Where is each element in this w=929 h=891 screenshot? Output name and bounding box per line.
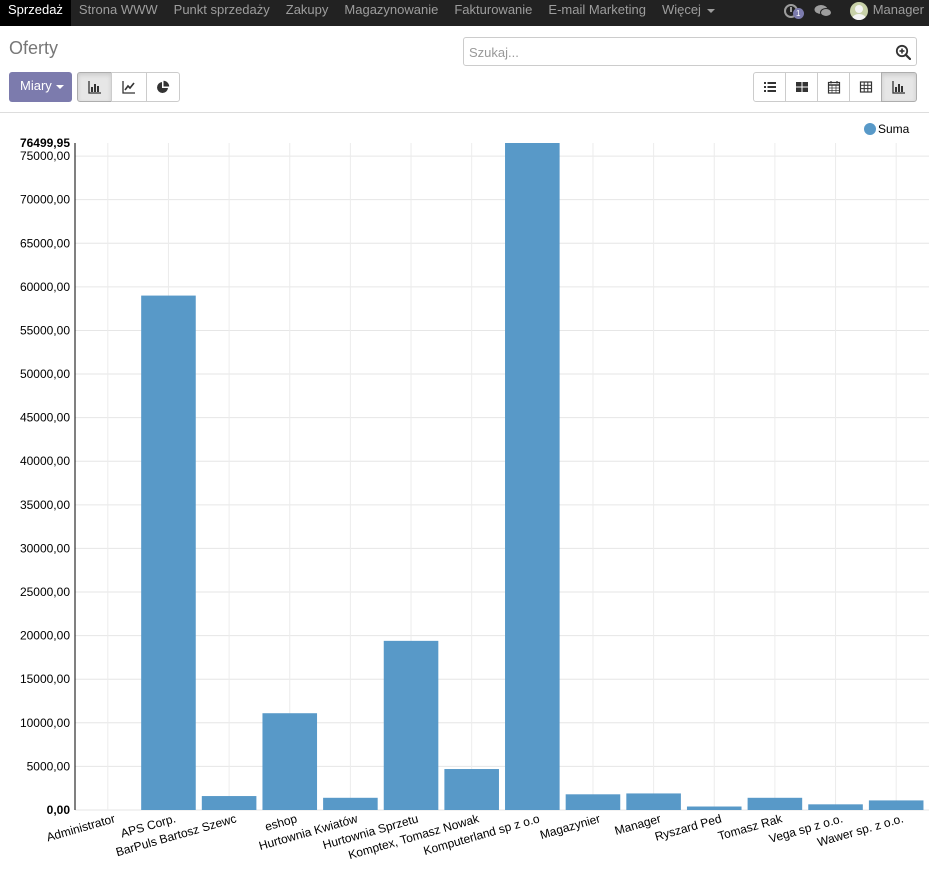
bar-7 bbox=[505, 143, 560, 810]
x-tick-label: Hurtownia Sprzetu bbox=[321, 811, 420, 852]
search-input[interactable] bbox=[469, 43, 879, 61]
user-menu-name[interactable]: Manager bbox=[873, 0, 924, 20]
x-tick-label: Komputerland sp z o.o bbox=[422, 811, 542, 858]
nav-more-label: Więcej bbox=[661, 2, 701, 17]
nav-item-4[interactable]: Magazynowanie bbox=[336, 0, 446, 26]
y-tick-label: 55000,00 bbox=[20, 323, 70, 337]
pivot-view-icon bbox=[859, 81, 872, 93]
x-tick-label: eshop bbox=[263, 811, 299, 834]
legend-dot-icon bbox=[864, 123, 876, 135]
list-view-icon bbox=[763, 82, 776, 92]
chat-bubbles-icon[interactable] bbox=[814, 4, 832, 18]
chart-type-switcher bbox=[77, 72, 180, 102]
pie-chart-button[interactable] bbox=[146, 72, 180, 102]
x-tick-label: Wawer sp. z o.o. bbox=[816, 811, 905, 849]
nav-item-3[interactable]: Zakupy bbox=[278, 0, 337, 26]
nav-item-6[interactable]: E-mail Marketing bbox=[540, 0, 654, 26]
app-menu: Sprzedaż Strona WWW Punkt sprzedaży Zakupy M… bbox=[0, 0, 723, 26]
y-tick-label: 65000,00 bbox=[20, 236, 70, 250]
y-tick-label: 50000,00 bbox=[20, 367, 70, 381]
bar-10 bbox=[686, 806, 742, 810]
y-tick-label: 15000,00 bbox=[20, 672, 70, 686]
bar-4 bbox=[323, 797, 378, 810]
x-tick-label: Ryszard Ped bbox=[653, 811, 723, 843]
y-tick-label: 40000,00 bbox=[20, 454, 70, 468]
bar-6 bbox=[444, 769, 499, 810]
bar-chart: 0,00 5000,00 10000,00 15000,00 20000,00 25000… bbox=[20, 136, 929, 862]
kanban-view-button[interactable] bbox=[785, 72, 818, 102]
x-tick-label: Vega sp z o.o. bbox=[767, 811, 844, 845]
x-tick-label: Administrator bbox=[45, 811, 117, 844]
activity-clock-icon[interactable]: 1 bbox=[783, 4, 804, 19]
y-tick-label: 10000,00 bbox=[20, 716, 70, 730]
calendar-view-button[interactable] bbox=[817, 72, 850, 102]
view-switcher bbox=[753, 72, 917, 102]
control-panel-divider bbox=[0, 112, 929, 113]
y-tick-label: 45000,00 bbox=[20, 411, 70, 425]
nav-item-0[interactable]: Sprzedaż bbox=[0, 0, 71, 26]
x-tick-label: BarPuls Bartosz Szewc bbox=[114, 811, 238, 859]
y-tick-label: 75000,00 bbox=[20, 149, 70, 163]
measures-label: Miary bbox=[20, 78, 52, 93]
bar-chart-icon bbox=[87, 81, 101, 94]
measures-dropdown-button[interactable]: Miary bbox=[9, 72, 72, 102]
pie-chart-icon bbox=[157, 80, 170, 93]
search-plus-icon[interactable] bbox=[895, 44, 911, 60]
y-tick-label: 0,00 bbox=[47, 803, 71, 817]
bar-5 bbox=[383, 640, 439, 810]
legend-label: Suma bbox=[878, 122, 910, 136]
nav-more-dropdown[interactable]: Więcej bbox=[654, 0, 723, 26]
chevron-down-icon bbox=[55, 84, 64, 89]
x-tick-label: APS Corp. bbox=[119, 811, 177, 840]
pivot-view-button[interactable] bbox=[849, 72, 882, 102]
bar-11 bbox=[747, 797, 803, 810]
y-tick-label: 20000,00 bbox=[20, 629, 70, 643]
line-chart-button[interactable] bbox=[111, 72, 147, 102]
y-tick-label: 25000,00 bbox=[20, 585, 70, 599]
nav-item-5[interactable]: Fakturowanie bbox=[446, 0, 540, 26]
list-view-button[interactable] bbox=[753, 72, 786, 102]
bar-9 bbox=[626, 793, 681, 810]
y-tick-label: 30000,00 bbox=[20, 541, 70, 555]
search-bar[interactable] bbox=[463, 37, 917, 66]
bar-12 bbox=[808, 804, 863, 810]
bar-2 bbox=[201, 796, 257, 810]
bar-chart-button[interactable] bbox=[77, 72, 112, 102]
graph-view-icon bbox=[892, 81, 905, 94]
y-tick-label: 60000,00 bbox=[20, 280, 70, 294]
navbar-systray: 1 Manager bbox=[783, 0, 929, 26]
x-tick-label: Tomasz Rak bbox=[716, 811, 784, 843]
x-tick-label: Hurtownia Kwiatów bbox=[257, 811, 359, 853]
chevron-down-icon bbox=[706, 8, 715, 13]
calendar-view-icon bbox=[827, 81, 840, 94]
y-tick-label: 35000,00 bbox=[20, 498, 70, 512]
x-tick-label: Manager bbox=[613, 811, 662, 838]
kanban-view-icon bbox=[795, 82, 808, 92]
chart-legend[interactable]: Suma bbox=[864, 122, 909, 136]
user-avatar[interactable] bbox=[849, 2, 868, 20]
bar-8 bbox=[565, 794, 621, 810]
bar-13 bbox=[868, 800, 924, 810]
y-max-label: 76499,95 bbox=[20, 136, 70, 150]
y-tick-label: 5000,00 bbox=[27, 759, 71, 773]
x-tick-label: Magazynier bbox=[538, 811, 601, 842]
activity-badge: 1 bbox=[792, 8, 804, 19]
top-navbar: Sprzedaż Strona WWW Punkt sprzedaży Zakupy M… bbox=[0, 0, 929, 26]
nav-item-2[interactable]: Punkt sprzedaży bbox=[166, 0, 278, 26]
bar-1 bbox=[141, 295, 196, 810]
nav-item-1[interactable]: Strona WWW bbox=[71, 0, 166, 26]
bar-3 bbox=[262, 713, 318, 810]
graph-view-button[interactable] bbox=[881, 72, 917, 102]
x-tick-label: Komptex, Tomasz Nowak bbox=[347, 811, 482, 862]
y-tick-label: 70000,00 bbox=[20, 193, 70, 207]
page-title: Oferty bbox=[9, 38, 59, 58]
line-chart-icon bbox=[122, 81, 135, 94]
